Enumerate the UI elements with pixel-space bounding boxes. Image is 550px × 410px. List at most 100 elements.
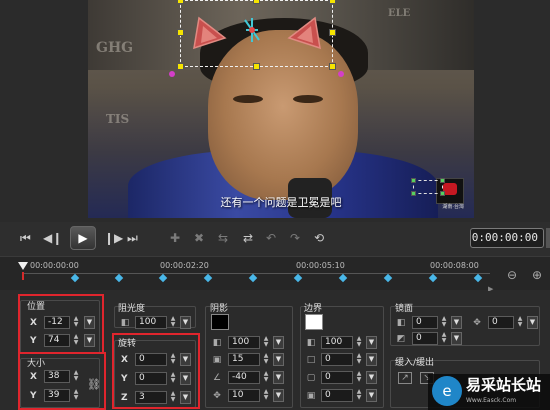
next-keyframe-icon[interactable]: ↷ [290, 231, 300, 245]
keyframe-marker[interactable] [383, 273, 393, 283]
border-softness-dropdown[interactable]: ▼ [366, 389, 377, 402]
border-opacity-spinner[interactable]: ▲ ▼ [355, 336, 363, 349]
resize-handle[interactable] [411, 191, 416, 196]
resize-handle[interactable] [329, 63, 336, 70]
border-width-field[interactable]: 0 [321, 353, 353, 366]
shadow-angle-dropdown[interactable]: ▼ [273, 371, 284, 384]
mirror-offset-dropdown[interactable]: ▼ [527, 316, 538, 329]
border-softness-spinner[interactable]: ▲ ▼ [355, 389, 363, 402]
resize-handle[interactable] [411, 178, 416, 183]
go-to-end-icon[interactable]: ⏭ [127, 231, 138, 246]
remove-keyframe-icon[interactable]: ✖ [194, 231, 204, 245]
tick-label: 00:00:00:00 [30, 261, 79, 270]
mirror-opacity-spinner[interactable]: ▲ ▼ [440, 316, 448, 329]
mirror-opacity-icon: ◧ [396, 318, 406, 328]
border-softness-field[interactable]: 0 [321, 389, 353, 402]
keyframe-marker[interactable] [114, 273, 124, 283]
zoom-in-icon[interactable]: ⊕ [532, 268, 542, 282]
shadow-opacity-field[interactable]: 100 [228, 336, 260, 349]
resize-handle[interactable] [329, 0, 336, 4]
border-width-spinner[interactable]: ▲ ▼ [355, 353, 363, 366]
resize-handle[interactable] [177, 29, 184, 36]
mirror-opacity-field[interactable]: 0 [412, 316, 438, 329]
border-opacity-dropdown[interactable]: ▼ [366, 336, 377, 349]
eye [233, 95, 263, 103]
prev-keyframe-icon[interactable]: ↶ [266, 231, 276, 245]
playhead-line [22, 272, 24, 280]
previous-frame-icon[interactable]: ◀❙ [43, 231, 62, 245]
shadow-blur-dropdown[interactable]: ▼ [273, 389, 284, 402]
keyframe-marker[interactable] [203, 273, 213, 283]
timeline-ruler[interactable]: 00:00:00:00 00:00:02:20 00:00:05:10 00:0… [0, 256, 550, 290]
keyframe-marker[interactable] [248, 273, 258, 283]
timecode-spinner[interactable] [546, 228, 550, 248]
shadow-distance-field[interactable]: 15 [228, 353, 260, 366]
next-frame-icon[interactable]: ❙▶ [104, 231, 123, 245]
resize-handle[interactable] [329, 29, 336, 36]
mirror-offset-field[interactable]: 0 [488, 316, 514, 329]
keyframe-marker[interactable] [338, 273, 348, 283]
opacity-spinner[interactable]: ▲ ▼ [169, 316, 177, 329]
playhead[interactable] [18, 262, 28, 270]
resize-handle[interactable] [440, 191, 445, 196]
resize-handle[interactable] [177, 0, 184, 4]
play-button[interactable]: ▶ [70, 226, 96, 250]
opacity-field[interactable]: 100 [135, 316, 167, 329]
subtitle-text: 还有一个问题是卫冕是吧 [220, 196, 342, 209]
keyframe-marker[interactable] [158, 273, 168, 283]
mirror-offset-spinner[interactable]: ▲ ▼ [516, 316, 524, 329]
keyframe-marker[interactable] [473, 273, 483, 283]
resize-handle[interactable] [177, 63, 184, 70]
logo-selection-box[interactable] [411, 178, 445, 196]
zoom-out-icon[interactable]: ⊖ [507, 268, 517, 282]
skew-handle[interactable] [169, 71, 175, 77]
border-blur-field[interactable]: 0 [321, 371, 353, 384]
shadow-distance-dropdown[interactable]: ▼ [273, 353, 284, 366]
background-text: ELE [388, 8, 411, 19]
keyframe-marker[interactable] [70, 273, 80, 283]
mirror-fade-dropdown[interactable]: ▼ [451, 332, 462, 345]
mirror-opacity-dropdown[interactable]: ▼ [451, 316, 462, 329]
mirror-fade-field[interactable]: 0 [412, 332, 438, 345]
mirror-fade-icon: ◩ [396, 334, 406, 344]
background-text: GHG [96, 40, 134, 56]
go-to-start-icon[interactable]: ⏮ [20, 231, 31, 246]
resize-handle[interactable] [253, 0, 260, 4]
shadow-color-swatch[interactable] [211, 314, 229, 330]
video-preview: GHG ELE TIS 还有一个问题是卫冕是吧 湖南·台灣 [0, 0, 550, 222]
shadow-blur-field[interactable]: 10 [228, 389, 260, 402]
shadow-opacity-icon: ◧ [212, 338, 222, 348]
border-width-dropdown[interactable]: ▼ [366, 353, 377, 366]
keyframe-marker[interactable] [428, 273, 438, 283]
border-opacity-field[interactable]: 100 [321, 336, 353, 349]
copy-keyframe-icon[interactable]: ⇆ [218, 231, 228, 245]
border-blur-dropdown[interactable]: ▼ [366, 371, 377, 384]
reset-icon[interactable]: ⟲ [314, 231, 324, 245]
timecode-display[interactable]: 0:00:00:00 [470, 228, 544, 248]
border-color-swatch[interactable] [305, 314, 323, 330]
highlight-size [18, 352, 106, 410]
shadow-distance-spinner[interactable]: ▲ ▼ [262, 353, 270, 366]
resize-handle[interactable] [440, 178, 445, 183]
resize-handle[interactable] [253, 63, 260, 70]
ruler-track [22, 273, 490, 274]
shadow-angle-icon: ∠ [212, 373, 222, 383]
eye [293, 95, 323, 103]
border-blur-spinner[interactable]: ▲ ▼ [355, 371, 363, 384]
highlight-rotation [112, 333, 200, 409]
overlay-selection-box[interactable] [169, 0, 344, 77]
watermark-title: 易采站长站 [466, 376, 542, 394]
keyframe-marker[interactable] [293, 273, 303, 283]
shadow-angle-spinner[interactable]: ▲ ▼ [262, 371, 270, 384]
fade-in-icon[interactable]: ↗ [398, 372, 412, 384]
shadow-blur-spinner[interactable]: ▲ ▼ [262, 389, 270, 402]
skew-handle[interactable] [338, 71, 344, 77]
add-keyframe-icon[interactable]: ✚ [170, 231, 180, 245]
mirror-fade-spinner[interactable]: ▲ ▼ [440, 332, 448, 345]
shadow-opacity-spinner[interactable]: ▲ ▼ [262, 336, 270, 349]
reverse-icon[interactable]: ⇄ [243, 231, 253, 245]
opacity-dropdown[interactable]: ▼ [180, 316, 191, 329]
shadow-opacity-dropdown[interactable]: ▼ [273, 336, 284, 349]
shadow-angle-field[interactable]: -40 [228, 371, 260, 384]
border-width-icon: □ [306, 355, 316, 365]
